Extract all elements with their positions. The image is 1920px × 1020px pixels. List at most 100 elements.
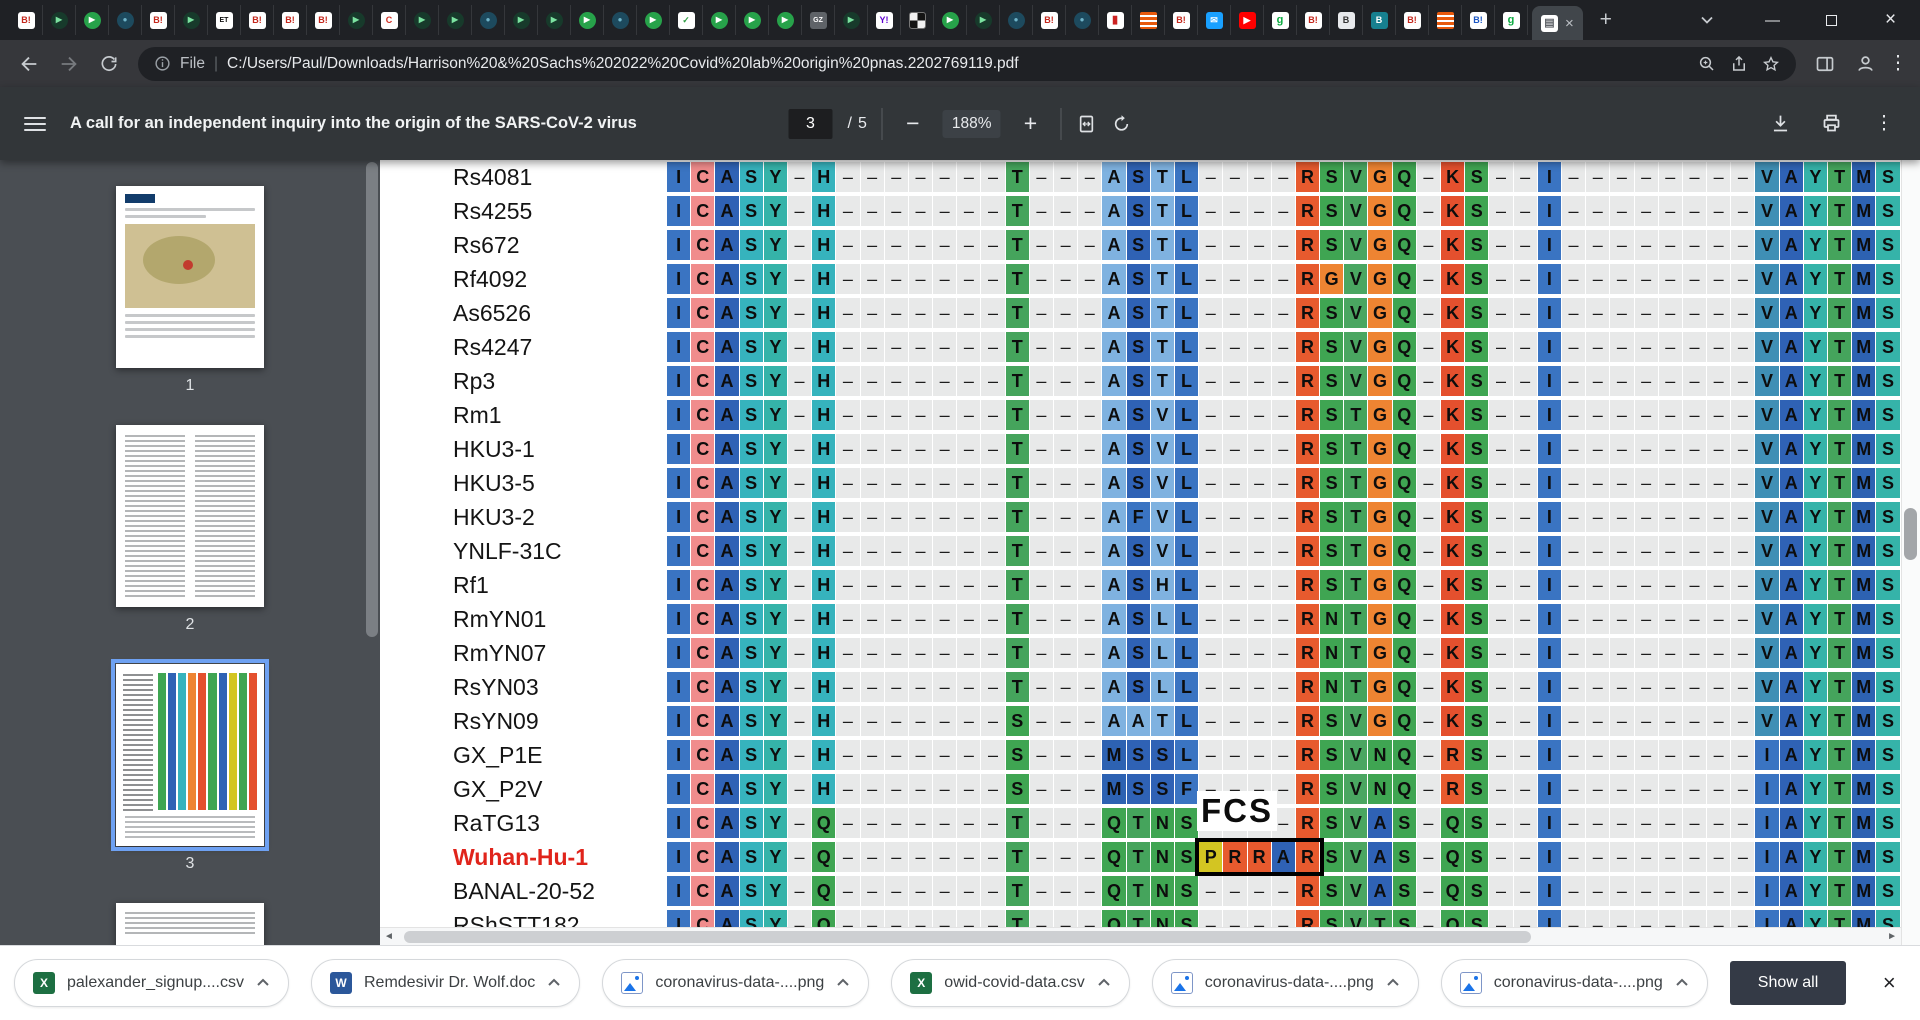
- browser-tab[interactable]: ▶: [967, 5, 1000, 35]
- zoom-in-button[interactable]: +: [1016, 110, 1046, 137]
- forward-button[interactable]: [50, 45, 88, 83]
- browser-tab[interactable]: ✉: [1198, 5, 1231, 35]
- browser-tab[interactable]: ▶: [505, 5, 538, 35]
- browser-tab[interactable]: ▶: [934, 5, 967, 35]
- close-button[interactable]: ×: [1861, 0, 1920, 40]
- tab-search-chevron-icon[interactable]: [1689, 16, 1725, 24]
- browser-tab[interactable]: ▶: [1231, 5, 1264, 35]
- pdf-menu-icon[interactable]: [24, 116, 46, 131]
- fit-page-icon[interactable]: [1077, 114, 1097, 134]
- browser-tab[interactable]: ▶: [538, 5, 571, 35]
- browser-tab[interactable]: B!: [241, 5, 274, 35]
- browser-tab[interactable]: ▶: [43, 5, 76, 35]
- browser-tab[interactable]: ▶: [175, 5, 208, 35]
- browser-tab[interactable]: B!: [1297, 5, 1330, 35]
- vertical-scrollbar[interactable]: [1901, 160, 1920, 945]
- browser-tab[interactable]: [1132, 5, 1165, 35]
- back-button[interactable]: [10, 45, 48, 83]
- browser-tab[interactable]: [901, 5, 934, 35]
- browser-tab[interactable]: Y!: [868, 5, 901, 35]
- page-thumbnail-figure[interactable]: [111, 659, 269, 851]
- horizontal-scrollbar-thumb[interactable]: [404, 931, 1531, 943]
- browser-tab[interactable]: ▶: [769, 5, 802, 35]
- chip-expand-chevron-icon[interactable]: [256, 974, 270, 992]
- browser-tab[interactable]: ●: [604, 5, 637, 35]
- browser-tab[interactable]: B!: [1462, 5, 1495, 35]
- browser-tab[interactable]: ET: [208, 5, 241, 35]
- active-tab[interactable]: ▤ ×: [1532, 6, 1583, 40]
- browser-tab[interactable]: GZ: [802, 5, 835, 35]
- bookmark-star-icon[interactable]: [1762, 55, 1780, 73]
- download-chip[interactable]: W Remdesivir Dr. Wolf.doc: [311, 959, 581, 1007]
- thumbnail-item[interactable]: 1: [116, 186, 264, 395]
- browser-tab[interactable]: g: [1264, 5, 1297, 35]
- page-thumbnail-partial[interactable]: [116, 903, 264, 945]
- browser-tab[interactable]: ●: [472, 5, 505, 35]
- page-thumbnail-text[interactable]: [116, 425, 264, 607]
- download-chip[interactable]: Xowid-covid-data.csv: [891, 959, 1130, 1007]
- browser-tab[interactable]: B!: [274, 5, 307, 35]
- browser-tab[interactable]: B!: [307, 5, 340, 35]
- tab-close-icon[interactable]: ×: [1565, 16, 1574, 31]
- browser-tab[interactable]: B!: [1165, 5, 1198, 35]
- sidebar-scrollbar[interactable]: [366, 162, 378, 637]
- browser-tab[interactable]: ▶: [835, 5, 868, 35]
- browser-tab[interactable]: B!: [1396, 5, 1429, 35]
- browser-tab[interactable]: B: [1363, 5, 1396, 35]
- pdf-menu-kebab-icon[interactable]: ⋮: [1872, 112, 1896, 135]
- thumbnail-item[interactable]: [116, 903, 264, 945]
- browser-menu-icon[interactable]: ⋮: [1886, 52, 1910, 75]
- browser-tab[interactable]: ▶: [736, 5, 769, 35]
- chip-expand-chevron-icon[interactable]: [836, 974, 850, 992]
- chip-expand-chevron-icon[interactable]: [1386, 974, 1400, 992]
- download-chip[interactable]: Xpalexander_signup....csv: [14, 959, 289, 1007]
- maximize-button[interactable]: [1802, 0, 1861, 40]
- zoom-out-button[interactable]: −: [898, 110, 928, 137]
- print-icon[interactable]: [1821, 113, 1842, 134]
- url-text[interactable]: C:/Users/Paul/Downloads/Harrison%20&%20S…: [227, 55, 1689, 73]
- browser-tab[interactable]: B!: [142, 5, 175, 35]
- reload-button[interactable]: [90, 45, 128, 83]
- chip-expand-chevron-icon[interactable]: [1675, 974, 1689, 992]
- chip-expand-chevron-icon[interactable]: [1097, 974, 1111, 992]
- download-icon[interactable]: [1770, 113, 1791, 134]
- horizontal-scrollbar[interactable]: ◄ ►: [380, 927, 1901, 945]
- browser-tab[interactable]: B!: [10, 5, 43, 35]
- download-chip[interactable]: coronavirus-data-....png: [602, 959, 870, 1007]
- share-icon[interactable]: [1730, 55, 1748, 73]
- browser-tab[interactable]: ●: [109, 5, 142, 35]
- browser-tab[interactable]: ●: [1000, 5, 1033, 35]
- browser-tab[interactable]: ▶: [571, 5, 604, 35]
- downloads-close-icon[interactable]: ×: [1868, 970, 1910, 996]
- rotate-icon[interactable]: [1112, 114, 1132, 134]
- info-icon[interactable]: [154, 55, 171, 72]
- profile-avatar-icon[interactable]: [1846, 45, 1884, 83]
- zoom-icon[interactable]: [1698, 55, 1716, 73]
- browser-tab[interactable]: [1429, 5, 1462, 35]
- browser-tab[interactable]: B!: [1033, 5, 1066, 35]
- browser-tab[interactable]: ✓: [670, 5, 703, 35]
- browser-tab[interactable]: ▶: [439, 5, 472, 35]
- download-chip[interactable]: coronavirus-data-....png: [1151, 959, 1419, 1007]
- side-panel-icon[interactable]: [1806, 45, 1844, 83]
- browser-tab[interactable]: ▶: [637, 5, 670, 35]
- download-chip[interactable]: coronavirus-data-....png: [1440, 959, 1708, 1007]
- show-all-downloads-button[interactable]: Show all: [1729, 961, 1847, 1005]
- browser-tab[interactable]: ▶: [76, 5, 109, 35]
- new-tab-button[interactable]: +: [1591, 5, 1621, 35]
- browser-tab[interactable]: B: [1330, 5, 1363, 35]
- browser-tab[interactable]: ▶: [703, 5, 736, 35]
- browser-tab[interactable]: C: [373, 5, 406, 35]
- chip-expand-chevron-icon[interactable]: [547, 974, 561, 992]
- vertical-scrollbar-thumb[interactable]: [1904, 508, 1917, 560]
- thumbnail-item[interactable]: 2: [116, 425, 264, 634]
- browser-tab[interactable]: g: [1495, 5, 1528, 35]
- scroll-right-icon[interactable]: ►: [1887, 931, 1897, 942]
- browser-tab[interactable]: ▮: [1099, 5, 1132, 35]
- address-bar[interactable]: File | C:/Users/Paul/Downloads/Harrison%…: [138, 46, 1796, 81]
- browser-tab[interactable]: ▶: [340, 5, 373, 35]
- thumbnail-item[interactable]: 3: [111, 659, 269, 873]
- scroll-left-icon[interactable]: ◄: [384, 931, 394, 942]
- browser-tab[interactable]: ●: [1066, 5, 1099, 35]
- browser-tab[interactable]: ▶: [406, 5, 439, 35]
